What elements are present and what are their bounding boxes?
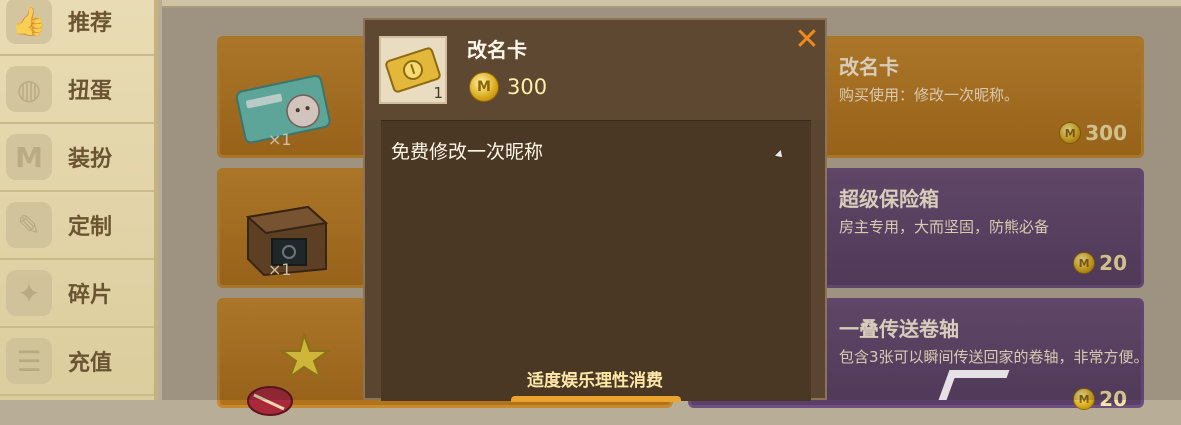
dialog-title: 改名卡 [467, 38, 527, 62]
shirt-icon: M [6, 134, 52, 180]
pointer-cursor-icon [775, 150, 785, 160]
dialog-description: 免费修改一次昵称 [391, 141, 544, 163]
sidebar-item-custom[interactable]: ✎ 定制 [0, 192, 154, 260]
close-button[interactable]: ✕ [793, 25, 821, 55]
puzzle-icon: ✦ [6, 270, 52, 316]
sidebar-item-label: 扭蛋 [68, 79, 113, 104]
sidebar-item-label: 碎片 [68, 283, 113, 308]
thumbs-up-icon: 👍 [6, 0, 52, 44]
sidebar-item-label: 定制 [68, 215, 113, 240]
sidebar-item-label: 装扮 [68, 147, 113, 172]
price-value: 300 [507, 75, 548, 99]
sidebar-item-fragments[interactable]: ✦ 碎片 [0, 260, 154, 328]
dialog-header: 1 改名卡 M 300 ✕ [365, 20, 825, 120]
sidebar-item-label: 推荐 [68, 11, 113, 36]
sidebar-item-gacha[interactable]: ◍ 扭蛋 [0, 56, 154, 124]
top-strip [162, 0, 1181, 8]
dialog-price: M 300 [469, 72, 547, 102]
purchase-button[interactable] [511, 396, 681, 402]
pencil-icon: ✎ [6, 202, 52, 248]
coin-icon: M [469, 72, 499, 102]
item-count: 1 [433, 84, 443, 102]
item-icon-slot: 1 [379, 36, 447, 104]
watermark-mark [938, 370, 1010, 400]
capsule-icon: ◍ [6, 66, 52, 112]
item-detail-dialog: 1 改名卡 M 300 ✕ 免费修改一次昵称 适度娱乐理性消费 [363, 18, 827, 402]
sidebar-item-label: 充值 [68, 351, 113, 376]
dialog-description-panel: 免费修改一次昵称 [381, 120, 811, 401]
sidebar-item-outfit[interactable]: M 装扮 [0, 124, 154, 192]
sidebar-item-recommend[interactable]: 👍 推荐 [0, 0, 154, 56]
sidebar-item-recharge[interactable]: ☰ 充值 [0, 328, 154, 396]
coins-icon: ☰ [6, 338, 52, 384]
moderation-notice: 适度娱乐理性消费 [527, 371, 663, 391]
category-sidebar: 👍 推荐 ◍ 扭蛋 M 装扮 ✎ 定制 ✦ 碎片 ☰ 充值 [0, 0, 158, 400]
